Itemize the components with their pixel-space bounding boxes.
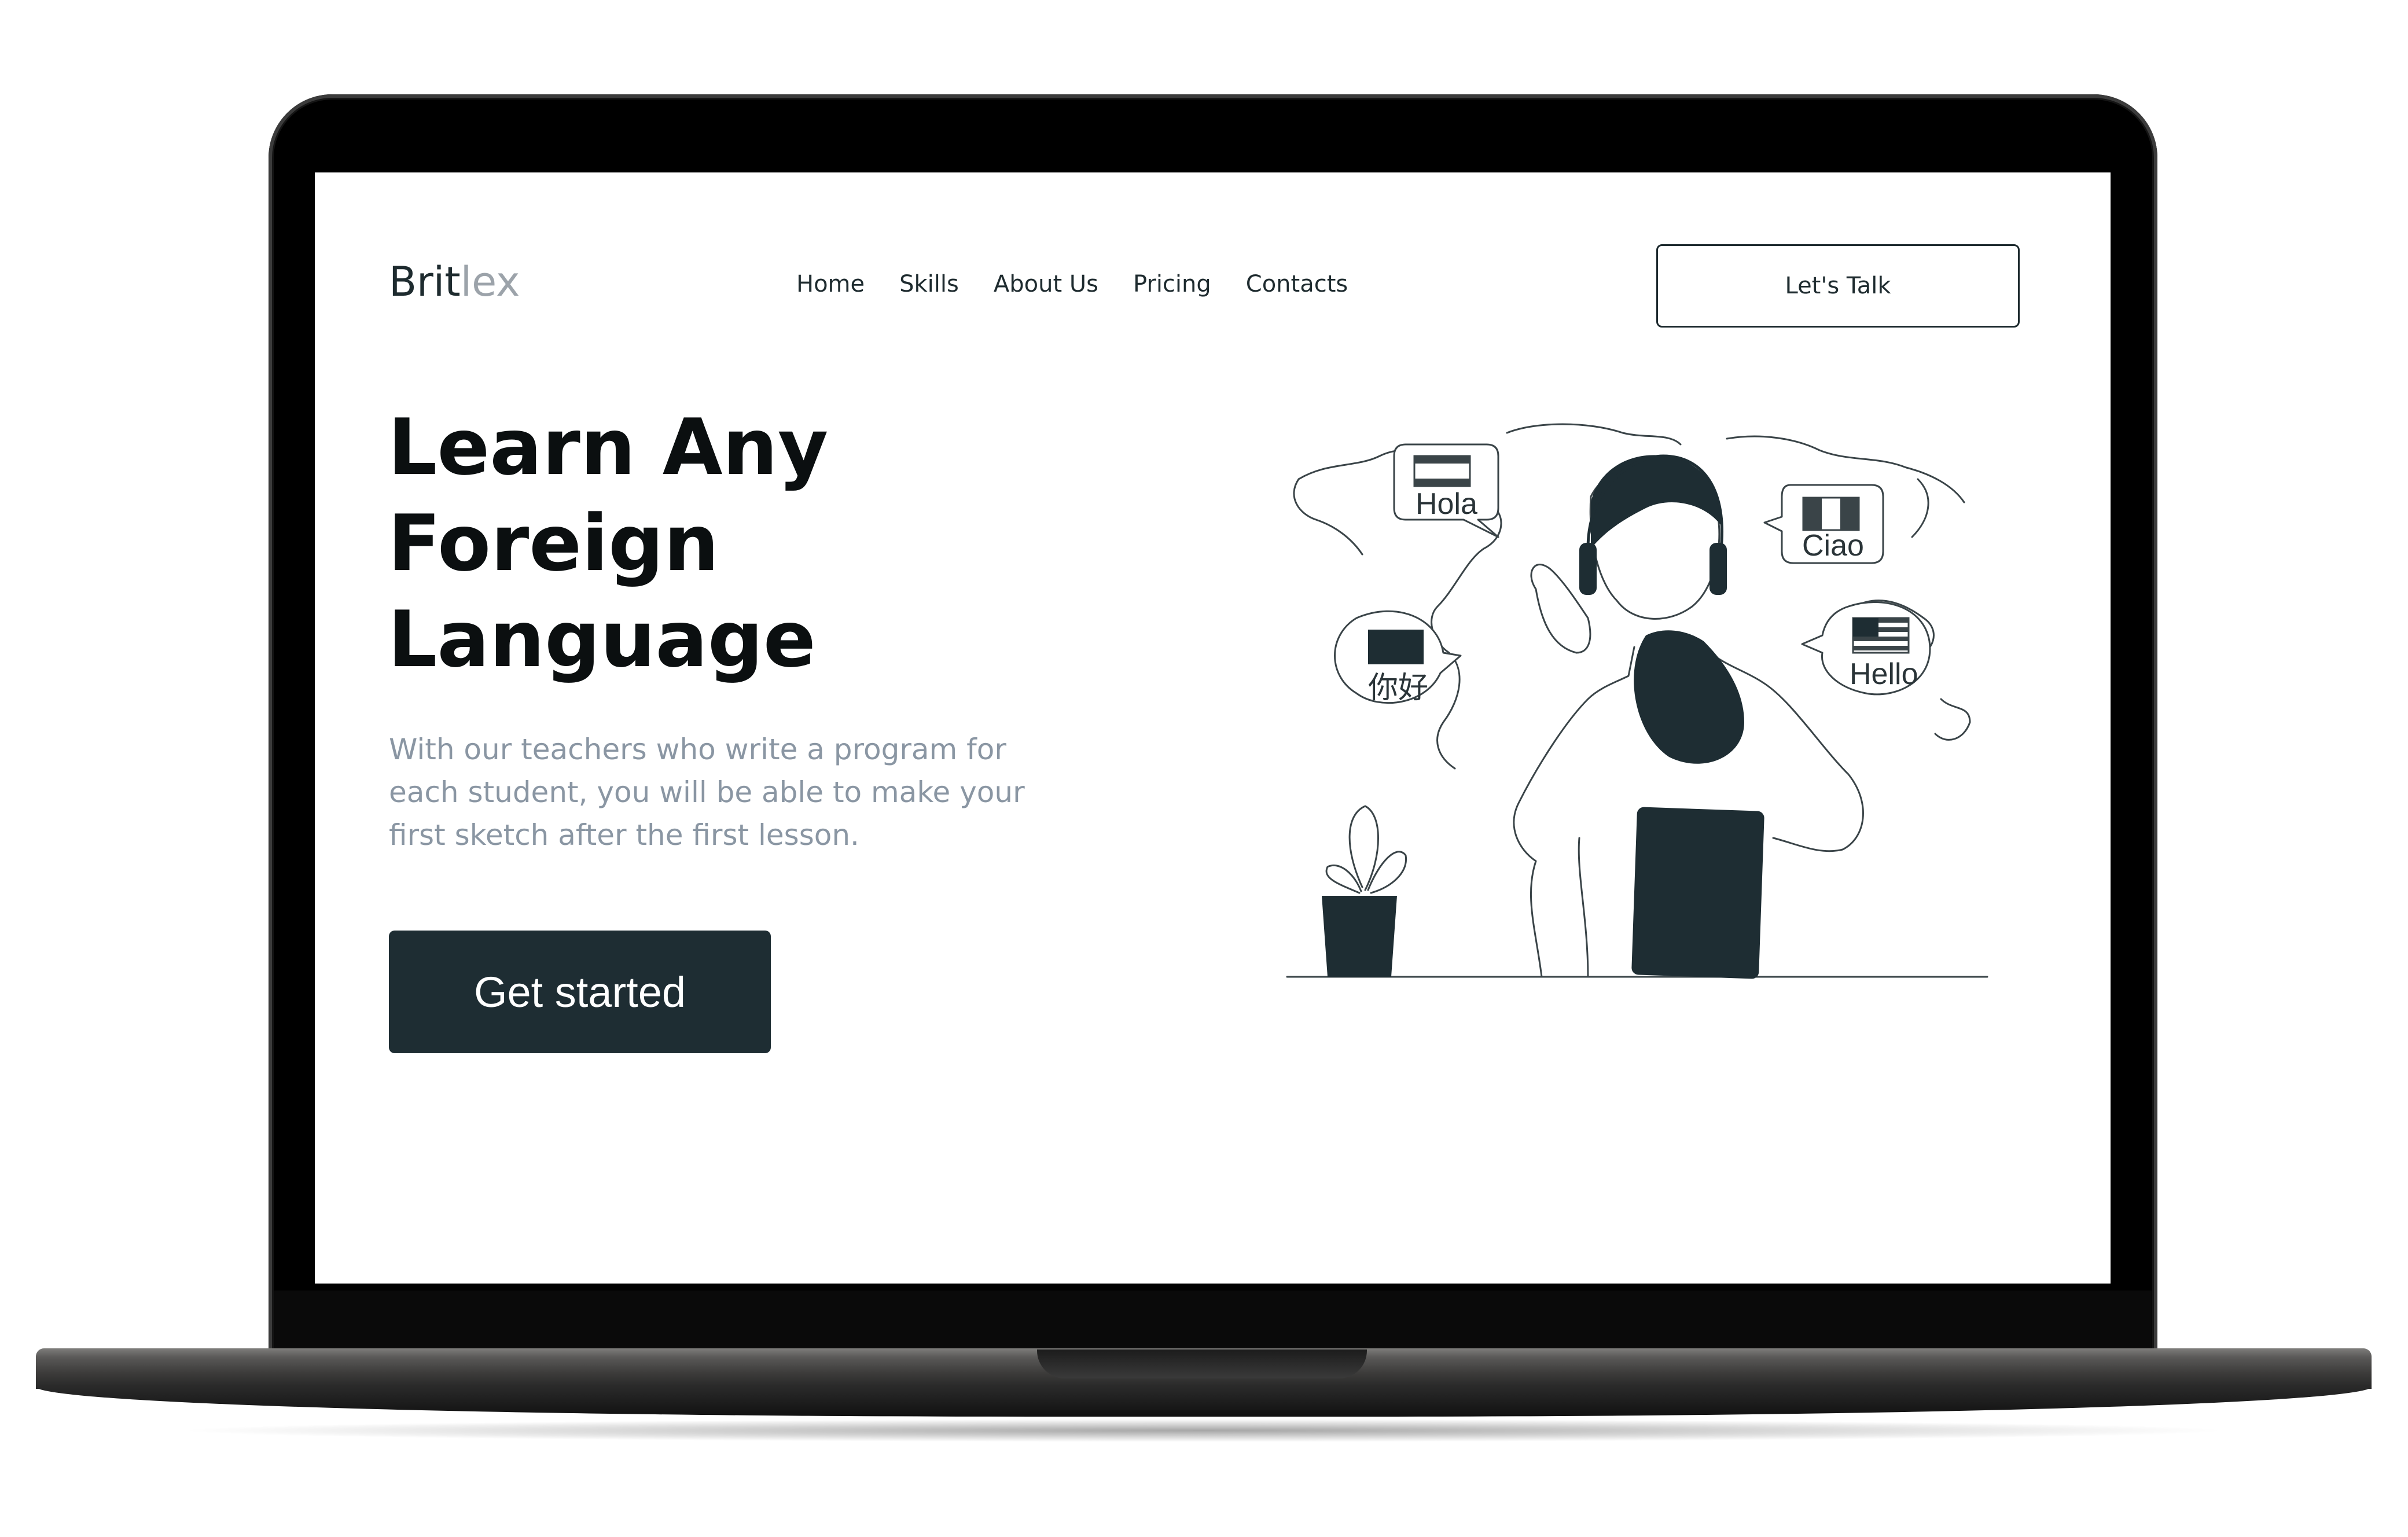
- nav-home[interactable]: Home: [796, 271, 865, 297]
- laptop-notch: [1037, 1350, 1367, 1378]
- ciao-text: Ciao: [1802, 529, 1864, 562]
- logo-secondary: lex: [460, 258, 520, 306]
- main-nav: Home Skills About Us Pricing Contacts: [796, 271, 1348, 297]
- headphone-left: [1579, 543, 1597, 595]
- plant-leaves: [1325, 805, 1407, 894]
- tablet-shape: [1631, 807, 1764, 979]
- pot-shape: [1322, 896, 1397, 977]
- hero-description-line-1: With our teachers who write a program fo…: [389, 733, 1006, 766]
- hero-description-line-3: first sketch after the first lesson.: [389, 818, 859, 852]
- headphone-right: [1710, 543, 1727, 595]
- lets-talk-button[interactable]: Let's Talk: [1656, 244, 2020, 328]
- laptop-base-lower: [36, 1387, 2372, 1417]
- nav-contacts[interactable]: Contacts: [1246, 271, 1348, 297]
- hero-title-line-3: Language: [388, 594, 816, 685]
- logo-primary: Brit: [389, 258, 461, 306]
- nihao-text: 你好: [1368, 671, 1428, 705]
- get-started-button[interactable]: Get started: [389, 931, 771, 1053]
- laptop-screen: Britlex Home Skills About Us Pricing Con…: [315, 172, 2111, 1284]
- hair-shape: [1634, 630, 1744, 764]
- hero-description: With our teachers who write a program fo…: [389, 728, 1054, 856]
- hero-title-line-1: Learn Any: [388, 402, 829, 492]
- hola-text: Hola: [1416, 487, 1477, 521]
- china-flag-icon: [1368, 630, 1424, 664]
- hero-description-line-2: each student, you will be able to make y…: [389, 775, 1025, 809]
- language-learner-illustration: Hola Ciao 你好 Hello: [1286, 423, 1988, 979]
- hello-text: Hello: [1850, 657, 1918, 691]
- laptop-bezel-bottom: [274, 1290, 2152, 1354]
- brand-logo[interactable]: Britlex: [389, 258, 520, 306]
- hero-title-line-2: Foreign: [388, 498, 719, 589]
- nav-pricing[interactable]: Pricing: [1133, 271, 1211, 297]
- nav-skills[interactable]: Skills: [899, 271, 959, 297]
- nav-about-us[interactable]: About Us: [994, 271, 1098, 297]
- laptop-shadow: [174, 1419, 2234, 1442]
- hero-title: Learn Any Foreign Language: [388, 399, 1024, 687]
